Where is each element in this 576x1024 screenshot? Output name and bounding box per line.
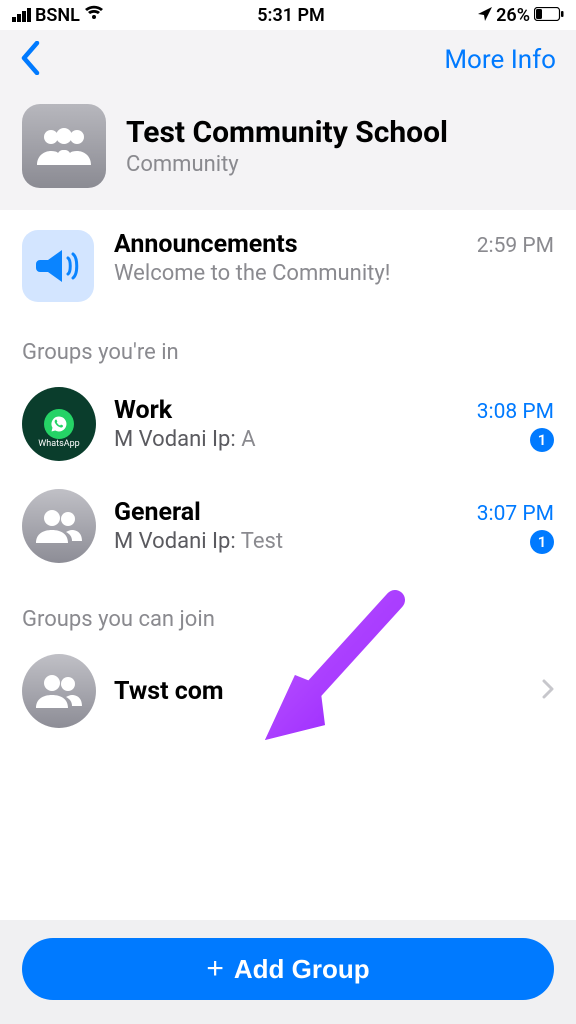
add-group-label: Add Group [234,954,370,985]
status-right: 26% [478,5,564,26]
group-avatar-twst [22,654,96,728]
group-time: 3:07 PM [477,502,554,526]
battery-pct: 26% [496,5,530,26]
more-info-button[interactable]: More Info [444,45,556,75]
group-avatar-general [22,489,96,563]
status-time: 5:31 PM [257,5,325,26]
megaphone-icon [22,230,94,302]
section-groups-in: Groups you're in [0,310,576,373]
group-avatar-work: WhatsApp [22,387,96,461]
unread-badge: 1 [530,428,554,452]
unread-badge: 1 [530,530,554,554]
group-name: General [114,498,201,527]
add-group-button[interactable]: + Add Group [22,938,554,1000]
bottom-bar: + Add Group [0,920,576,1024]
nav-bar: More Info [0,30,576,90]
group-row-work[interactable]: WhatsApp Work 3:08 PM M Vodani Ip: A 1 [0,373,576,475]
group-message: M Vodani Ip: A [114,427,256,452]
status-bar: BSNL 5:31 PM 26% [0,0,576,30]
community-subtitle: Community [126,152,448,177]
group-row-general[interactable]: General 3:07 PM M Vodani Ip: Test 1 [0,475,576,577]
back-button[interactable] [20,41,40,79]
signal-icon [12,8,31,22]
community-title: Test Community School [126,115,448,150]
community-header[interactable]: Test Community School Community [0,90,576,210]
section-groups-join: Groups you can join [0,577,576,640]
chevron-right-icon [542,679,554,705]
avatar-caption: WhatsApp [38,439,79,449]
status-left: BSNL [12,5,104,26]
announcements-row[interactable]: Announcements 2:59 PM Welcome to the Com… [0,210,576,310]
announcements-title: Announcements [114,230,298,259]
wifi-icon [84,5,104,26]
battery-icon [534,5,564,26]
group-name: Work [114,396,172,425]
announcements-message: Welcome to the Community! [114,261,554,286]
group-message: M Vodani Ip: Test [114,529,283,554]
group-name: Twst com [114,677,224,706]
group-row-twst[interactable]: Twst com [0,640,576,742]
announcements-time: 2:59 PM [477,234,554,258]
carrier-label: BSNL [35,5,80,26]
group-time: 3:08 PM [477,400,554,424]
location-icon [478,5,492,26]
community-avatar [22,104,106,188]
